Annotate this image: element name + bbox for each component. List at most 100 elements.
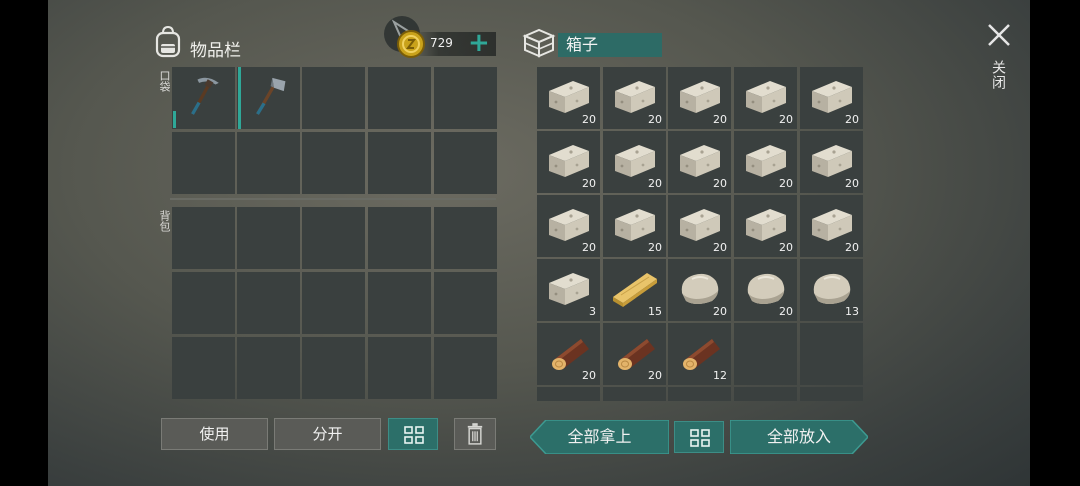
use-button[interactable]: 使用: [161, 418, 268, 450]
chest-slot[interactable]: 12: [668, 323, 731, 385]
chest-slot[interactable]: 20: [734, 195, 797, 257]
coin-icon: [382, 14, 436, 68]
currency-amount: 729: [430, 36, 453, 50]
backpack-slot[interactable]: [368, 337, 431, 399]
item-quantity: 20: [845, 241, 859, 254]
item-quantity: 13: [845, 305, 859, 318]
chest-title: 箱子: [558, 33, 662, 57]
chest-slot[interactable]: 20: [537, 131, 600, 193]
item-quantity: 20: [713, 177, 727, 190]
hatchet-icon: [256, 77, 286, 115]
item-quantity: 20: [779, 177, 793, 190]
put-all-label: 全部放入: [766, 427, 831, 446]
backpack-slot[interactable]: [302, 337, 365, 399]
chest-slot[interactable]: 20: [800, 131, 863, 193]
backpack-slot[interactable]: [368, 272, 431, 334]
take-all-label: 全部拿上: [567, 427, 632, 446]
backpack-slot[interactable]: [237, 337, 300, 399]
chest-slot[interactable]: 20: [800, 195, 863, 257]
take-all-button[interactable]: 全部拿上: [530, 420, 669, 454]
chest-slot[interactable]: [537, 387, 600, 401]
backpack-slot[interactable]: [172, 207, 235, 269]
backpack-slot[interactable]: [237, 272, 300, 334]
item-quantity: 20: [779, 305, 793, 318]
sort-inventory-button[interactable]: [388, 418, 438, 450]
item-quantity: 3: [589, 305, 596, 318]
put-all-button[interactable]: 全部放入: [730, 420, 868, 454]
close-icon[interactable]: [986, 22, 1012, 48]
item-quantity: 20: [582, 369, 596, 382]
item-quantity: 20: [845, 177, 859, 190]
pocket-slot[interactable]: [237, 132, 300, 194]
chest-slot[interactable]: 20: [537, 323, 600, 385]
chest-slot[interactable]: 13: [800, 259, 863, 321]
backpack-slot[interactable]: [434, 207, 497, 269]
backpack-slot[interactable]: [302, 272, 365, 334]
chest-slot[interactable]: [603, 387, 666, 401]
pocket-slot[interactable]: [368, 132, 431, 194]
chest-slot[interactable]: [800, 323, 863, 385]
chest-slot[interactable]: 20: [603, 131, 666, 193]
pocket-slot[interactable]: [237, 67, 300, 129]
chest-slot[interactable]: 20: [668, 67, 731, 129]
pocket-slot[interactable]: [434, 67, 497, 129]
item-quantity: 12: [713, 369, 727, 382]
chest-slot[interactable]: 20: [603, 67, 666, 129]
backpack-label: 背包: [158, 210, 171, 232]
item-quantity: 20: [713, 305, 727, 318]
chest-slot[interactable]: 15: [603, 259, 666, 321]
item-quantity: 15: [648, 305, 662, 318]
chest-slot[interactable]: 20: [668, 259, 731, 321]
chest-slot[interactable]: 20: [668, 195, 731, 257]
backpack-slot[interactable]: [172, 272, 235, 334]
sort-chest-button[interactable]: [674, 421, 724, 453]
sort-icon: [690, 429, 710, 447]
backpack-slot[interactable]: [237, 207, 300, 269]
pocket-slot[interactable]: [368, 67, 431, 129]
chest-slot[interactable]: 20: [734, 259, 797, 321]
chest-slot[interactable]: 20: [603, 195, 666, 257]
chest-slot[interactable]: 20: [537, 67, 600, 129]
chest-slot[interactable]: 20: [734, 131, 797, 193]
pocket-slot[interactable]: [172, 132, 235, 194]
chest-slot[interactable]: [734, 323, 797, 385]
pocket-slot[interactable]: [302, 67, 365, 129]
pocket-slot[interactable]: [434, 132, 497, 194]
trash-icon: [467, 423, 483, 445]
backpack-slot[interactable]: [368, 207, 431, 269]
slot-durability-bar: [173, 111, 176, 128]
chest-slot[interactable]: 20: [537, 195, 600, 257]
item-quantity: 20: [582, 113, 596, 126]
pocket-slot[interactable]: [172, 67, 235, 129]
backpack-slot[interactable]: [434, 272, 497, 334]
section-divider: [170, 198, 496, 200]
item-quantity: 20: [582, 177, 596, 190]
trash-button[interactable]: [454, 418, 496, 450]
backpack-slot[interactable]: [302, 207, 365, 269]
chest-slot[interactable]: 20: [800, 67, 863, 129]
chest-slot[interactable]: [734, 387, 797, 401]
stone-block-icon: [549, 273, 589, 305]
backpack-slot[interactable]: [172, 337, 235, 399]
inventory-title: 物品栏: [190, 41, 241, 61]
pocket-slot[interactable]: [302, 132, 365, 194]
chest-slot[interactable]: 20: [668, 131, 731, 193]
item-quantity: 20: [648, 241, 662, 254]
slot-durability-bar: [238, 67, 241, 129]
item-quantity: 20: [713, 113, 727, 126]
item-quantity: 20: [713, 241, 727, 254]
chest-slot[interactable]: 20: [734, 67, 797, 129]
close-label[interactable]: 关闭: [988, 60, 1008, 90]
split-button[interactable]: 分开: [274, 418, 381, 450]
chest-slot[interactable]: 3: [537, 259, 600, 321]
chest-slot[interactable]: [668, 387, 731, 401]
add-currency-button[interactable]: +: [468, 29, 490, 57]
item-quantity: 20: [648, 177, 662, 190]
item-quantity: 20: [648, 369, 662, 382]
chest-slot[interactable]: 20: [603, 323, 666, 385]
backpack-slot[interactable]: [434, 337, 497, 399]
item-quantity: 20: [845, 113, 859, 126]
chest-slot[interactable]: [800, 387, 863, 401]
pickaxe-icon: [191, 77, 219, 115]
backpack-icon: [154, 25, 182, 58]
